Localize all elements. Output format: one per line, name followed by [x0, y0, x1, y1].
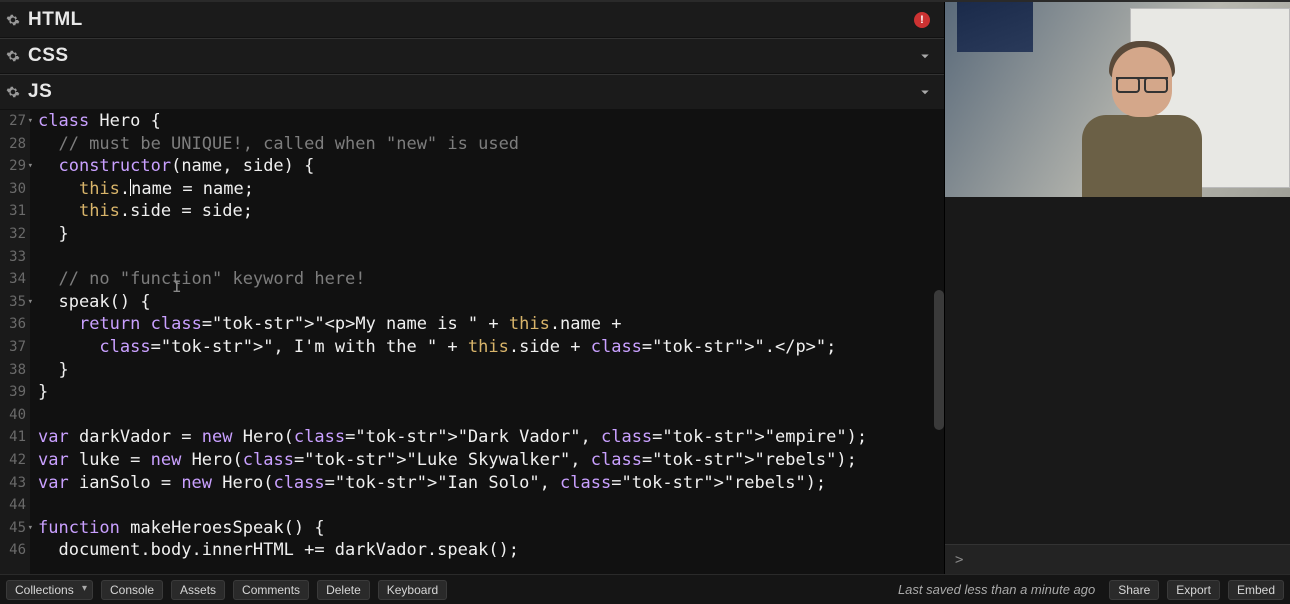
css-panel-header[interactable]: CSS [0, 38, 944, 74]
gear-icon[interactable] [6, 49, 20, 63]
keyboard-button[interactable]: Keyboard [378, 580, 447, 600]
delete-button[interactable]: Delete [317, 580, 370, 600]
js-panel-title: JS [28, 81, 52, 103]
chevron-down-icon[interactable] [916, 47, 934, 65]
gear-icon[interactable] [6, 85, 20, 99]
js-panel-header[interactable]: JS [0, 74, 944, 110]
assets-button[interactable]: Assets [171, 580, 225, 600]
embed-button[interactable]: Embed [1228, 580, 1284, 600]
preview-column: > [944, 2, 1290, 574]
html-panel-header[interactable]: HTML ! [0, 2, 944, 38]
console-button[interactable]: Console [101, 580, 163, 600]
repl-prompt: > [955, 552, 963, 568]
comments-button[interactable]: Comments [233, 580, 309, 600]
output-area [945, 197, 1290, 544]
repl-input[interactable]: > [945, 544, 1290, 574]
code-content[interactable]: class Hero { // must be UNIQUE!, called … [30, 110, 867, 574]
scrollbar-thumb[interactable] [934, 290, 944, 430]
text-cursor-icon: I [172, 276, 182, 299]
video-thumbnail [945, 2, 1290, 197]
footer-bar: Collections Console Assets Comments Dele… [0, 574, 1290, 604]
html-panel-title: HTML [28, 9, 83, 31]
collections-select[interactable]: Collections [6, 580, 93, 600]
export-button[interactable]: Export [1167, 580, 1220, 600]
css-panel-title: CSS [28, 45, 69, 67]
error-badge[interactable]: ! [914, 12, 930, 28]
share-button[interactable]: Share [1109, 580, 1159, 600]
js-code-editor[interactable]: 27▾2829▾303132333435▾3637383940414243444… [0, 110, 944, 574]
editor-column: HTML ! CSS JS 27▾2829▾303132333435▾36373… [0, 2, 944, 574]
save-status: Last saved less than a minute ago [898, 582, 1095, 597]
line-gutter: 27▾2829▾303132333435▾3637383940414243444… [0, 110, 30, 574]
gear-icon[interactable] [6, 13, 20, 27]
chevron-down-icon[interactable] [916, 83, 934, 101]
